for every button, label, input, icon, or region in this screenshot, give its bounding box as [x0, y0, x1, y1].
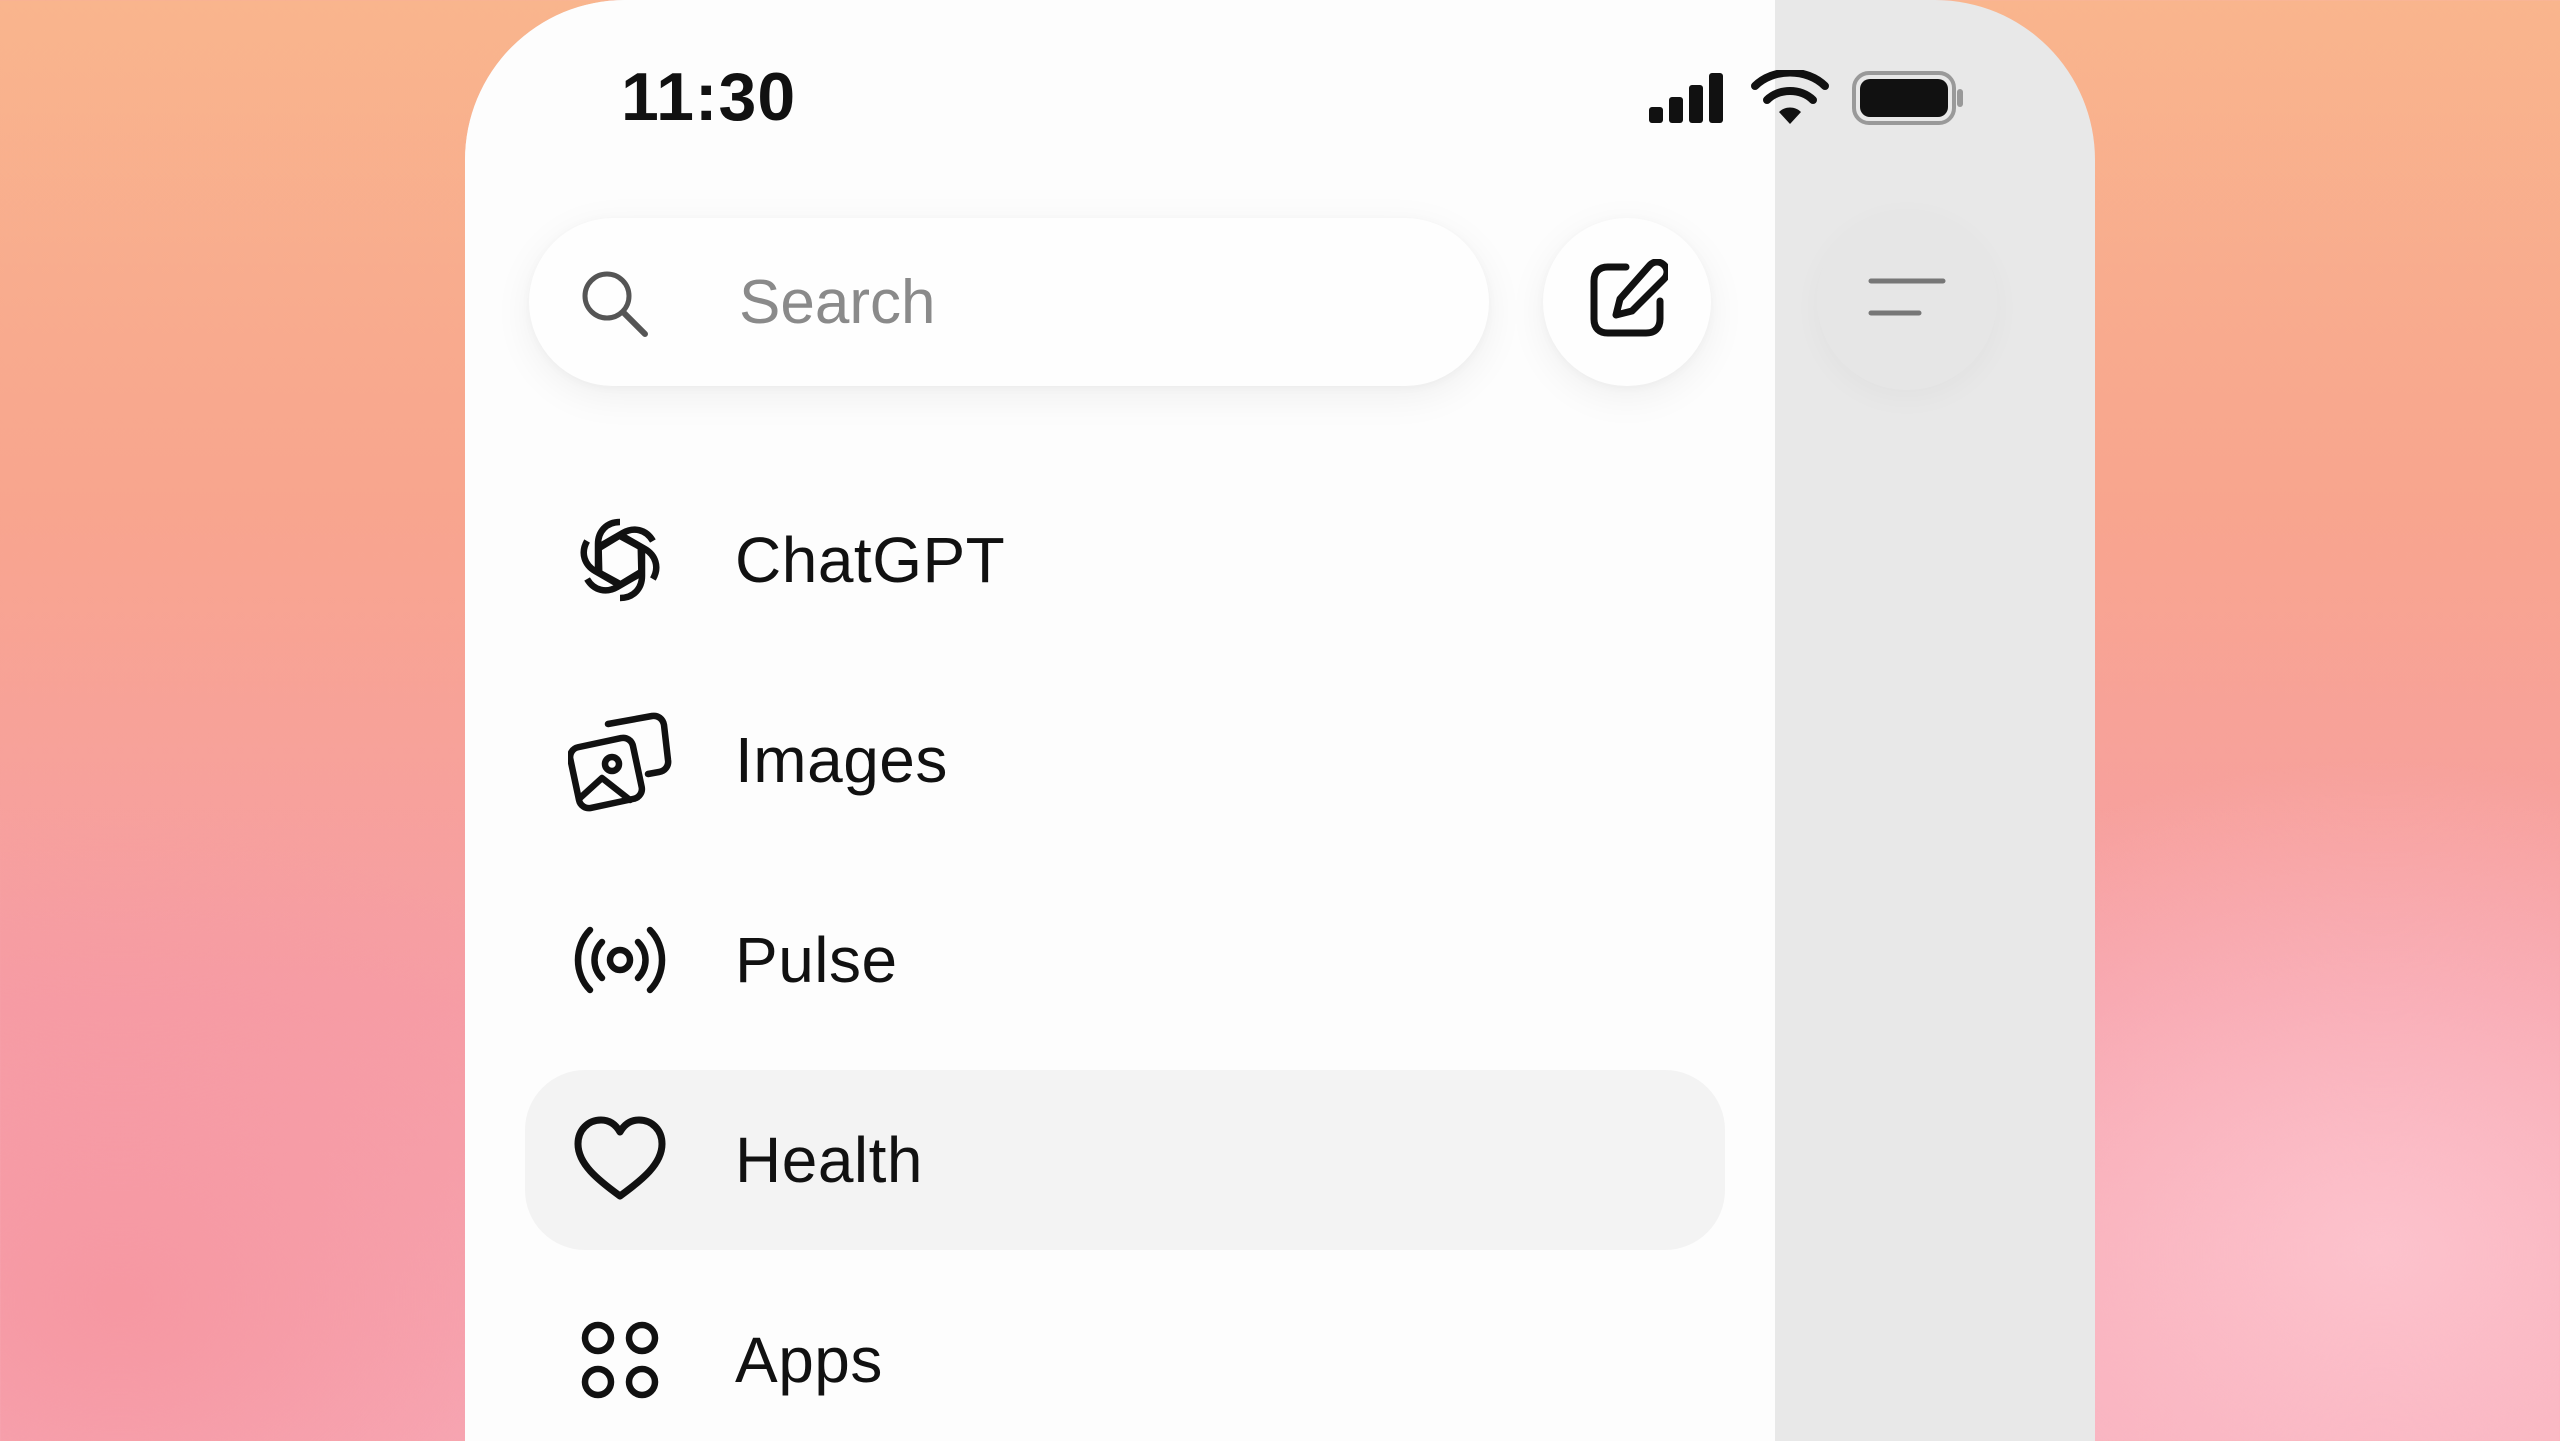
nav-item-label: Pulse	[735, 924, 898, 996]
menu-button[interactable]	[1817, 210, 1997, 390]
new-chat-button[interactable]	[1543, 218, 1711, 386]
nav-item-images[interactable]: Images	[525, 670, 1725, 850]
search-bar[interactable]	[529, 218, 1489, 386]
nav-item-label: Images	[735, 724, 948, 796]
nav-item-pulse[interactable]: Pulse	[525, 870, 1725, 1050]
nav-item-chatgpt[interactable]: ChatGPT	[525, 470, 1725, 650]
openai-logo-icon	[565, 505, 675, 615]
menu-icon	[1867, 273, 1947, 328]
heart-icon	[565, 1105, 675, 1215]
battery-icon	[1851, 70, 1965, 131]
nav-item-label: Health	[735, 1124, 923, 1196]
cellular-signal-icon	[1647, 71, 1729, 130]
phone-frame: ChatGPT Images	[465, 0, 2095, 1441]
search-icon	[577, 266, 651, 340]
apps-grid-icon	[565, 1305, 675, 1415]
wifi-icon	[1751, 68, 1829, 131]
pulse-icon	[565, 905, 675, 1015]
nav-list: ChatGPT Images Pulse Health Apps	[525, 470, 1725, 1441]
nav-item-label: ChatGPT	[735, 524, 1006, 596]
nav-item-health[interactable]: Health	[525, 1070, 1725, 1250]
search-input[interactable]	[739, 218, 1439, 386]
compose-icon	[1586, 258, 1671, 346]
nav-item-label: Apps	[735, 1324, 883, 1396]
status-icons	[1647, 68, 1965, 131]
sidebar-drawer: ChatGPT Images	[465, 0, 1775, 1441]
status-time: 11:30	[621, 59, 797, 135]
images-icon	[565, 705, 675, 815]
status-bar: 11:30	[465, 0, 2095, 200]
nav-item-apps[interactable]: Apps	[525, 1270, 1725, 1441]
